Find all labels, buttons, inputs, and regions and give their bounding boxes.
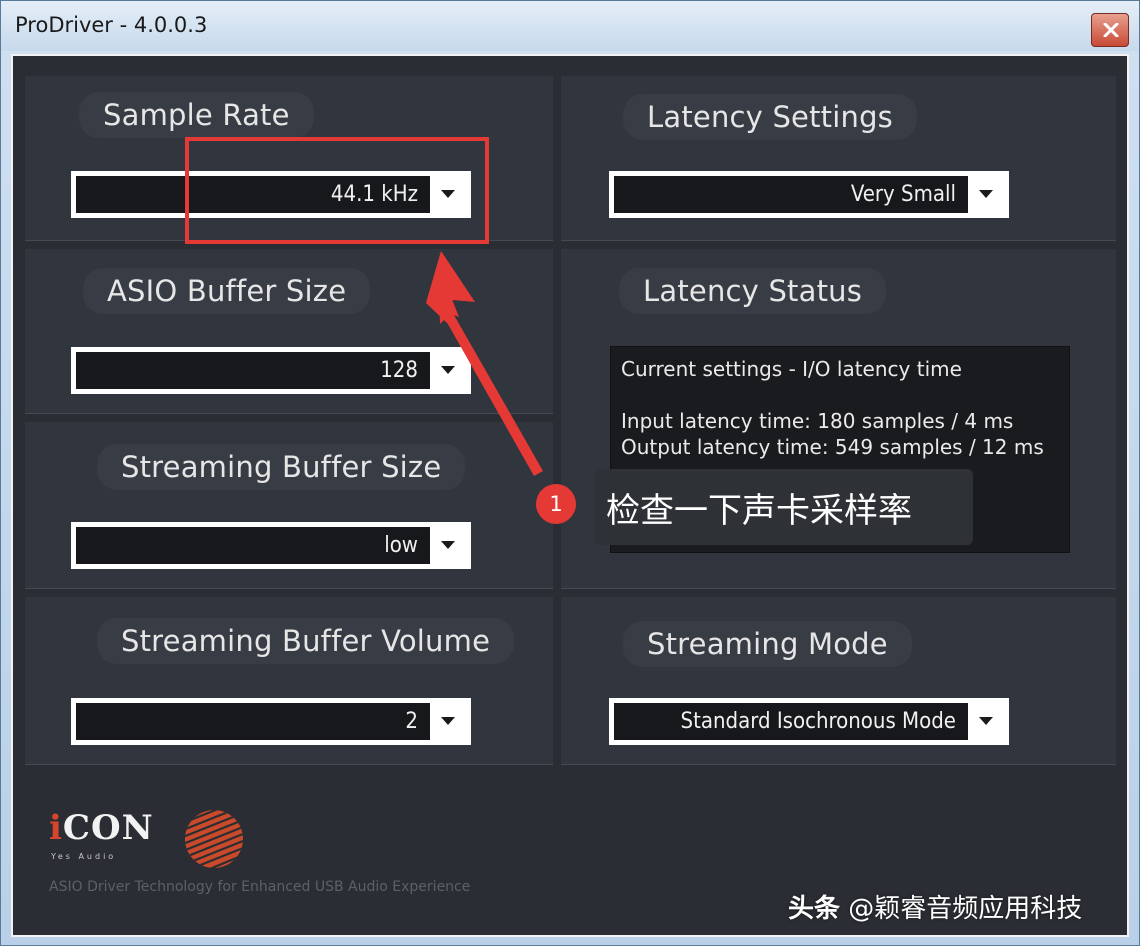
driver-panel: Sample Rate 44.1 kHz Latency Settings Ve… <box>11 54 1129 937</box>
annotation-text: 检查一下声卡采样率 <box>606 491 912 531</box>
close-button[interactable] <box>1091 13 1129 47</box>
watermark: 头条 @颖睿音频应用科技 <box>788 888 1082 925</box>
title-bar[interactable]: ProDriver - 4.0.0.3 <box>1 1 1139 51</box>
annotation-callout: 检查一下声卡采样率 <box>594 469 973 545</box>
watermark-account: @颖睿音频应用科技 <box>840 894 1083 924</box>
prodriver-window: ProDriver - 4.0.0.3 Sample Rate 44.1 kHz <box>0 0 1140 946</box>
watermark-brand: 头条 <box>788 894 841 924</box>
window-title: ProDriver - 4.0.0.3 <box>15 13 208 37</box>
close-icon <box>1103 23 1119 37</box>
annotation-badge: 1 <box>536 484 576 524</box>
